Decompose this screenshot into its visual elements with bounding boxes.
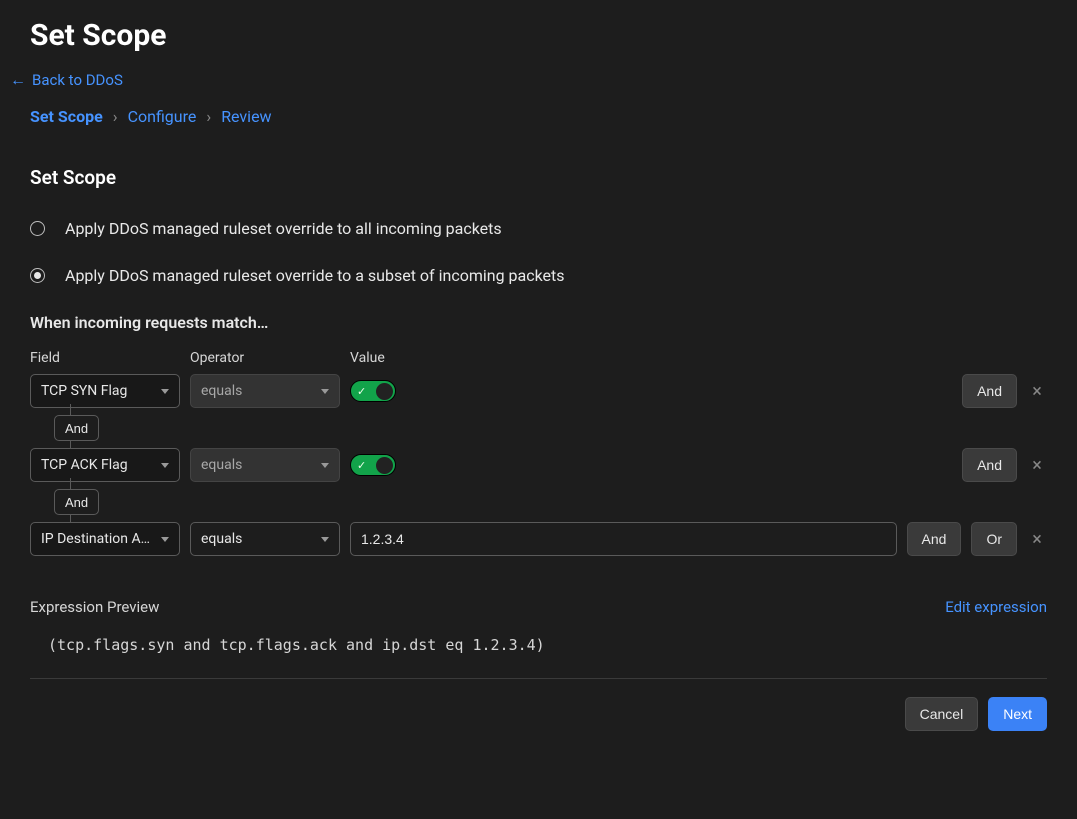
chevron-right-icon: › bbox=[206, 107, 211, 126]
radio-icon[interactable] bbox=[30, 268, 45, 283]
radio-label: Apply DDoS managed ruleset override to a… bbox=[65, 219, 502, 238]
footer-actions: Cancel Next bbox=[30, 697, 1047, 731]
expression-preview: (tcp.flags.syn and tcp.flags.ack and ip.… bbox=[30, 630, 1047, 679]
and-button[interactable]: And bbox=[962, 374, 1017, 408]
field-select[interactable]: TCP SYN Flag bbox=[30, 374, 180, 408]
arrow-left-icon: ← bbox=[10, 72, 26, 88]
and-button[interactable]: And bbox=[962, 448, 1017, 482]
radio-icon[interactable] bbox=[30, 221, 45, 236]
chevron-down-icon bbox=[321, 463, 329, 468]
remove-row-icon[interactable]: × bbox=[1027, 455, 1047, 476]
rule-row: TCP SYN Flag equals ✓ And × bbox=[30, 374, 1047, 408]
radio-label: Apply DDoS managed ruleset override to a… bbox=[65, 266, 565, 285]
remove-row-icon[interactable]: × bbox=[1027, 529, 1047, 550]
operator-select-value: equals bbox=[201, 457, 242, 473]
rule-row: IP Destination A… equals And Or × bbox=[30, 522, 1047, 556]
operator-select-value: equals bbox=[201, 531, 242, 547]
operator-select-value: equals bbox=[201, 383, 242, 399]
connector-and[interactable]: And bbox=[54, 415, 99, 441]
field-select-value: TCP ACK Flag bbox=[41, 457, 128, 473]
chevron-right-icon: › bbox=[113, 107, 118, 126]
field-select[interactable]: TCP ACK Flag bbox=[30, 448, 180, 482]
field-select-value: IP Destination A… bbox=[41, 531, 150, 547]
check-icon: ✓ bbox=[357, 385, 366, 398]
value-input[interactable] bbox=[350, 522, 897, 556]
field-select-value: TCP SYN Flag bbox=[41, 383, 127, 399]
breadcrumb-set-scope[interactable]: Set Scope bbox=[30, 107, 103, 126]
rule-row: TCP ACK Flag equals ✓ And × bbox=[30, 448, 1047, 482]
value-toggle[interactable]: ✓ bbox=[350, 454, 396, 476]
preview-header: Expression Preview Edit expression bbox=[30, 598, 1047, 616]
chevron-down-icon bbox=[161, 463, 169, 468]
expression-preview-label: Expression Preview bbox=[30, 598, 159, 616]
match-heading: When incoming requests match… bbox=[30, 313, 1047, 332]
edit-expression-link[interactable]: Edit expression bbox=[945, 598, 1047, 616]
radio-option-subset[interactable]: Apply DDoS managed ruleset override to a… bbox=[30, 266, 1047, 285]
connector-and[interactable]: And bbox=[54, 489, 99, 515]
breadcrumb-configure[interactable]: Configure bbox=[128, 107, 197, 126]
value-toggle[interactable]: ✓ bbox=[350, 380, 396, 402]
section-title: Set Scope bbox=[30, 166, 1047, 189]
chevron-down-icon bbox=[161, 537, 169, 542]
check-icon: ✓ bbox=[357, 459, 366, 472]
breadcrumb: Set Scope › Configure › Review bbox=[30, 107, 1047, 126]
header-operator: Operator bbox=[190, 350, 340, 366]
back-to-ddos-link[interactable]: ← Back to DDoS bbox=[10, 71, 123, 89]
and-button[interactable]: And bbox=[907, 522, 962, 556]
or-button[interactable]: Or bbox=[971, 522, 1017, 556]
connector: And bbox=[30, 482, 1047, 522]
operator-select: equals bbox=[190, 448, 340, 482]
chevron-down-icon bbox=[161, 389, 169, 394]
cancel-button[interactable]: Cancel bbox=[905, 697, 979, 731]
field-select[interactable]: IP Destination A… bbox=[30, 522, 180, 556]
operator-select[interactable]: equals bbox=[190, 522, 340, 556]
header-field: Field bbox=[30, 350, 180, 366]
column-headers: Field Operator Value bbox=[30, 350, 1047, 366]
connector: And bbox=[30, 408, 1047, 448]
back-link-label: Back to DDoS bbox=[32, 71, 123, 89]
page-title: Set Scope bbox=[30, 18, 1047, 53]
remove-row-icon[interactable]: × bbox=[1027, 381, 1047, 402]
operator-select: equals bbox=[190, 374, 340, 408]
breadcrumb-review[interactable]: Review bbox=[221, 107, 271, 126]
chevron-down-icon bbox=[321, 537, 329, 542]
next-button[interactable]: Next bbox=[988, 697, 1047, 731]
radio-option-all[interactable]: Apply DDoS managed ruleset override to a… bbox=[30, 219, 1047, 238]
chevron-down-icon bbox=[321, 389, 329, 394]
header-value: Value bbox=[350, 350, 385, 366]
